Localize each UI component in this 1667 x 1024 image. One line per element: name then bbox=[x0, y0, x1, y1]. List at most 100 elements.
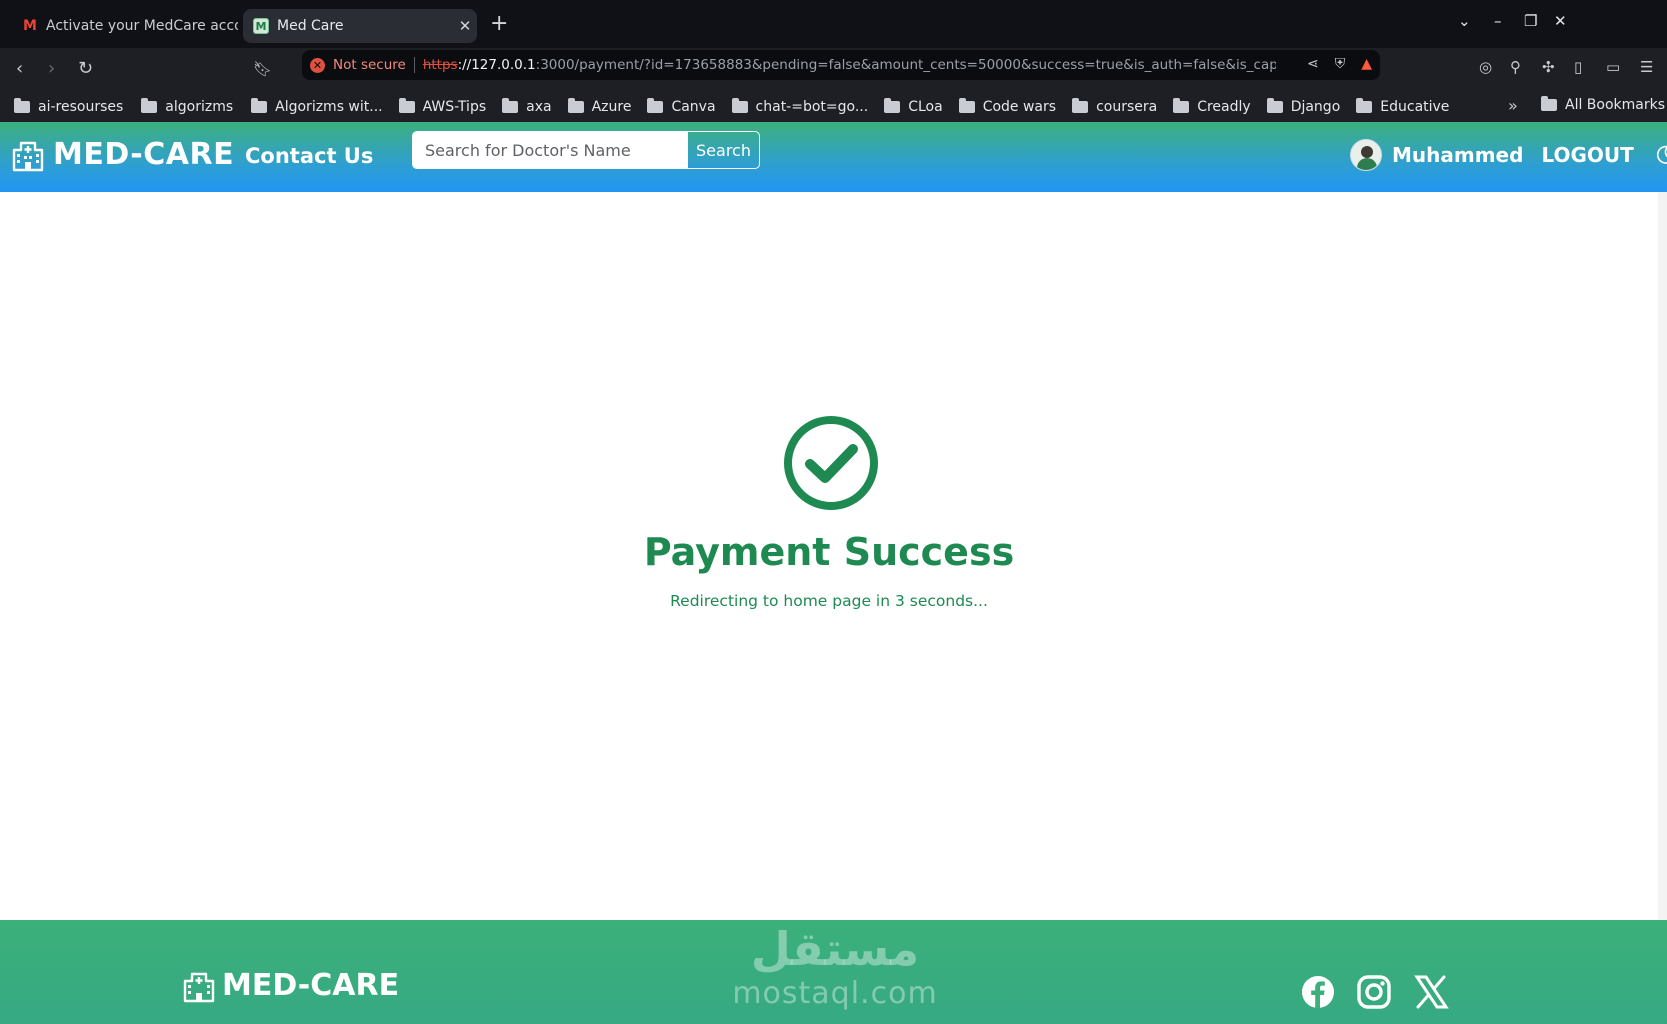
logout-button[interactable]: LOGOUT bbox=[1541, 143, 1633, 167]
folder-icon bbox=[1072, 98, 1089, 113]
page-scrollbar[interactable] bbox=[1658, 192, 1667, 920]
bookmark-label: Creadly bbox=[1197, 99, 1251, 115]
reload-icon[interactable]: ↻ bbox=[78, 58, 93, 80]
url-host: ://127.0.0.1 bbox=[457, 57, 536, 73]
divider bbox=[413, 57, 415, 73]
footer-brand-logo[interactable]: MED-CARE bbox=[182, 968, 399, 1003]
folder-icon bbox=[398, 98, 415, 113]
tab-title: Med Care bbox=[277, 18, 344, 34]
tab-activate-account[interactable]: M Activate your MedCare account bbox=[12, 9, 238, 43]
x-icon[interactable] bbox=[1413, 974, 1449, 1010]
menu-icon[interactable]: ☰ bbox=[1640, 58, 1653, 76]
bookmark-page-icon[interactable]: 🔖︎ bbox=[253, 58, 272, 80]
bookmark-folder[interactable]: Canva bbox=[647, 98, 716, 115]
bookmark-folder[interactable]: Code wars bbox=[958, 98, 1057, 115]
folder-icon bbox=[958, 98, 975, 113]
rewards-triangle-icon[interactable]: ▲ bbox=[1361, 56, 1372, 72]
brand-logo[interactable]: MED-CARE bbox=[11, 137, 234, 172]
user-menu: Muhammed LOGOUT bbox=[1350, 139, 1667, 171]
folder-icon bbox=[14, 98, 30, 113]
bookmark-folder[interactable]: ai-resourses bbox=[14, 98, 124, 115]
folder-icon bbox=[884, 98, 901, 113]
bookmark-label: Code wars bbox=[982, 99, 1057, 115]
bookmark-folder[interactable]: CLoa bbox=[884, 98, 943, 115]
hospital-icon bbox=[183, 972, 215, 1002]
security-label[interactable]: Not secure bbox=[333, 57, 406, 73]
share-icon[interactable]: ⋖ bbox=[1307, 56, 1319, 72]
close-window-icon[interactable]: ✕ bbox=[1554, 12, 1567, 30]
bookmark-folder[interactable]: axa bbox=[502, 98, 552, 115]
moon-icon[interactable] bbox=[1654, 144, 1667, 166]
avatar[interactable] bbox=[1350, 139, 1382, 171]
bookmark-folder[interactable]: coursera bbox=[1072, 98, 1158, 115]
facebook-icon[interactable] bbox=[1300, 974, 1336, 1010]
close-tab-icon[interactable]: ✕ bbox=[453, 17, 477, 35]
vpn-icon[interactable]: ◎ bbox=[1479, 58, 1492, 76]
folder-icon bbox=[1356, 98, 1373, 113]
bookmark-folder[interactable]: Creadly bbox=[1173, 98, 1251, 115]
mostaql-watermark: مستقل mostaql.com bbox=[720, 920, 950, 1010]
gmail-icon: M bbox=[23, 18, 37, 34]
puzzle-icon[interactable]: ✣ bbox=[1542, 58, 1555, 76]
bookmark-label: axa bbox=[526, 99, 552, 115]
bookmark-label: CLoa bbox=[908, 99, 943, 115]
username[interactable]: Muhammed bbox=[1392, 143, 1523, 167]
url-scheme: https bbox=[422, 57, 458, 73]
bookmark-label: coursera bbox=[1096, 99, 1158, 115]
bookmark-label: AWS-Tips bbox=[422, 99, 487, 115]
contact-us-link[interactable]: Contact Us bbox=[245, 144, 373, 168]
tab-title: Activate your MedCare account bbox=[46, 18, 238, 34]
extension-icon[interactable]: ⚲ bbox=[1510, 58, 1521, 76]
search-button[interactable]: Search bbox=[687, 132, 759, 168]
bookmark-folder[interactable]: algorizms bbox=[141, 98, 233, 115]
more-bookmarks-icon[interactable]: » bbox=[1508, 96, 1518, 115]
sidebar-icon[interactable]: ▯ bbox=[1574, 58, 1582, 76]
site-footer: MED-CARE مستقل mostaql.com bbox=[0, 920, 1667, 1024]
folder-icon bbox=[141, 98, 158, 113]
folder-icon bbox=[647, 98, 664, 113]
bookmark-label: Canva bbox=[671, 99, 716, 115]
payment-success-title: Payment Success bbox=[643, 530, 1015, 574]
shield-icon[interactable]: ⛨ bbox=[1335, 56, 1346, 72]
minimize-icon[interactable]: – bbox=[1494, 12, 1502, 30]
bookmark-label: Algorizms wit... bbox=[275, 99, 383, 115]
bookmark-folder[interactable]: AWS-Tips bbox=[398, 98, 487, 115]
folder-icon bbox=[731, 98, 748, 113]
folder-icon bbox=[502, 98, 519, 113]
bookmark-folder[interactable]: chat-=bot=go... bbox=[731, 98, 869, 115]
bookmark-label: Educative bbox=[1380, 99, 1450, 115]
folder-icon bbox=[1173, 98, 1190, 113]
all-bookmarks-folder[interactable]: All Bookmarks bbox=[1541, 96, 1666, 113]
bookmarks-bar: ai-resourses algorizms Algorizms wit... … bbox=[0, 92, 1667, 122]
forward-icon[interactable]: › bbox=[48, 58, 55, 80]
bookmark-label: All Bookmarks bbox=[1565, 97, 1666, 113]
watermark-latin: mostaql.com bbox=[732, 976, 938, 1011]
bookmark-folder[interactable]: Django bbox=[1266, 98, 1340, 115]
footer-brand-name: MED-CARE bbox=[222, 968, 400, 1003]
url-path: :3000/payment/?id=173658883&pending=fals… bbox=[535, 57, 1276, 73]
new-tab-icon[interactable]: + bbox=[490, 12, 508, 36]
bookmark-label: Azure bbox=[591, 99, 632, 115]
brand-name: MED-CARE bbox=[53, 137, 235, 172]
doctor-search-form: Search bbox=[412, 131, 760, 169]
bookmark-label: ai-resourses bbox=[38, 99, 124, 115]
back-icon[interactable]: ‹ bbox=[16, 58, 23, 80]
check-circle-icon bbox=[784, 416, 878, 510]
app-navbar: MED-CARE Contact Us Search Muhammed LOGO… bbox=[0, 122, 1667, 192]
restore-icon[interactable]: ❐ bbox=[1524, 12, 1537, 30]
folder-icon bbox=[251, 98, 268, 113]
browser-tab-bar: M Activate your MedCare account M Med Ca… bbox=[0, 0, 1667, 48]
bookmark-folder[interactable]: Educative bbox=[1356, 98, 1450, 115]
bookmark-label: chat-=bot=go... bbox=[755, 99, 869, 115]
instagram-icon[interactable] bbox=[1356, 974, 1392, 1010]
bookmark-folder[interactable]: Azure bbox=[567, 98, 632, 115]
folder-icon bbox=[567, 98, 584, 113]
folder-icon bbox=[1541, 96, 1557, 111]
doctor-search-input[interactable] bbox=[413, 132, 687, 168]
tab-search-chevron-icon[interactable]: ⌄ bbox=[1458, 12, 1471, 30]
address-bar[interactable]: ✕ Not secure https ://127.0.0.1 :3000/pa… bbox=[302, 50, 1380, 80]
tab-med-care[interactable]: M Med Care ✕ bbox=[243, 9, 477, 43]
bookmark-folder[interactable]: Algorizms wit... bbox=[251, 98, 383, 115]
watermark-arabic: مستقل bbox=[750, 922, 920, 976]
wallet-icon[interactable]: ▭ bbox=[1606, 58, 1620, 76]
